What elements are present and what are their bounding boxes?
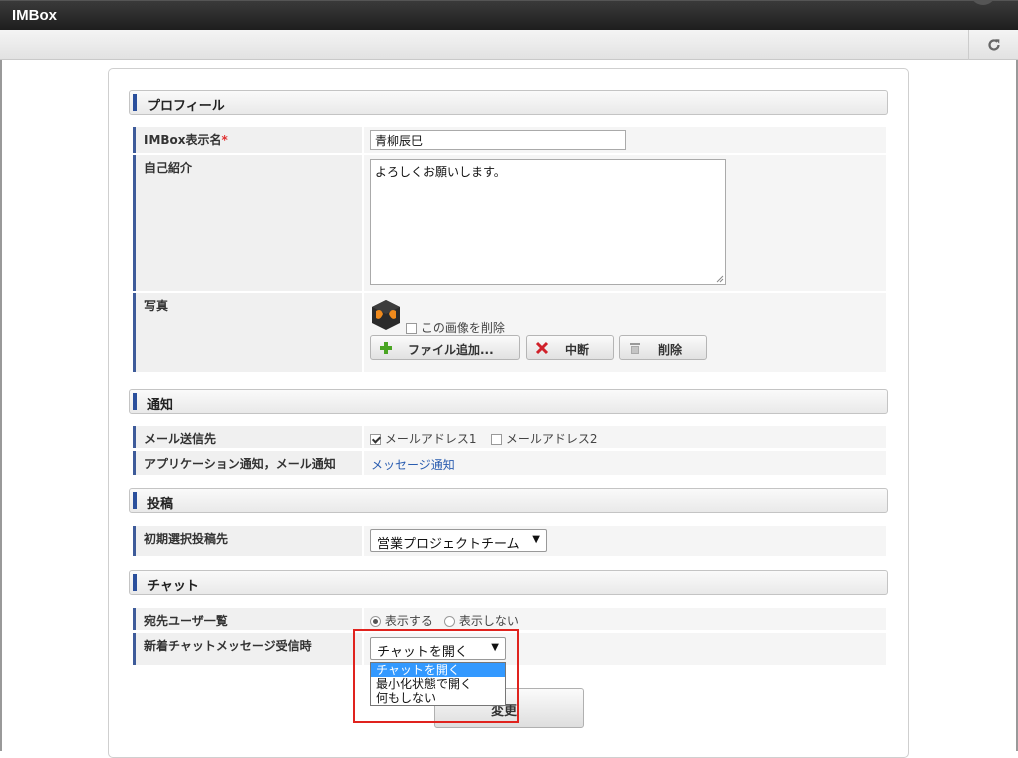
recipient-user-list-label: 宛先ユーザ一覧 <box>133 608 362 630</box>
mail-address-2-checkbox[interactable] <box>491 434 502 445</box>
plus-icon <box>380 342 392 354</box>
close-icon <box>535 341 549 355</box>
section-title-profile: プロフィール <box>147 99 225 114</box>
mail-destination-label: メール送信先 <box>133 426 362 448</box>
row-recipient-user-list: 宛先ユーザ一覧 表示する 表示しない <box>133 608 886 630</box>
refresh-icon <box>987 39 1000 51</box>
app-title: IMBox <box>12 7 57 24</box>
row-default-post-target: 初期選択投稿先 営業プロジェクトチーム ▼ <box>133 526 886 556</box>
mail-address-1-option[interactable]: メールアドレス1 <box>370 430 476 447</box>
refresh-button[interactable] <box>968 30 1018 60</box>
section-header-notification: 通知 <box>129 389 888 414</box>
delete-file-button[interactable]: 削除 <box>619 335 707 360</box>
add-file-button[interactable]: ファイル追加... <box>370 335 520 360</box>
row-app-mail-notification: アプリケーション通知，メール通知 メッセージ通知 <box>133 451 886 475</box>
display-name-label: IMBox表示名* <box>133 127 362 153</box>
required-mark: * <box>221 133 228 147</box>
section-title-post: 投稿 <box>147 497 174 512</box>
message-notification-link[interactable]: メッセージ通知 <box>371 456 455 473</box>
show-radio[interactable] <box>370 616 381 627</box>
toolbar <box>0 30 1018 60</box>
title-bar: IMBox <box>0 0 1018 30</box>
delete-image-checkbox[interactable] <box>406 323 417 334</box>
photo-label: 写真 <box>133 293 362 372</box>
mail-address-2-option[interactable]: メールアドレス2 <box>491 430 597 447</box>
delete-image-option[interactable]: この画像を削除 <box>406 319 505 336</box>
avatar-image <box>372 300 400 330</box>
hide-option[interactable]: 表示しない <box>444 612 519 629</box>
app-mail-notification-label: アプリケーション通知，メール通知 <box>133 451 362 475</box>
section-title-notification: 通知 <box>147 398 174 413</box>
default-post-target-label: 初期選択投稿先 <box>133 526 362 556</box>
section-title-chat: チャット <box>147 579 199 594</box>
show-option[interactable]: 表示する <box>370 612 433 629</box>
row-self-intro: 自己紹介 よろしくお願いします。 <box>133 155 886 291</box>
resize-grip-icon[interactable] <box>716 275 724 283</box>
row-display-name: IMBox表示名* <box>133 127 886 153</box>
row-mail-destination: メール送信先 メールアドレス1 メールアドレス2 <box>133 426 886 448</box>
mail-address-1-checkbox[interactable] <box>370 434 381 445</box>
section-header-chat: チャット <box>129 570 888 595</box>
new-chat-message-label: 新着チャットメッセージ受信時 <box>133 633 362 665</box>
cancel-upload-button[interactable]: 中断 <box>526 335 614 360</box>
trash-icon <box>630 343 640 354</box>
section-header-post: 投稿 <box>129 488 888 513</box>
row-photo: 写真 この画像を削除 ファイル追加... 中断 削除 <box>133 293 886 372</box>
section-header-profile: プロフィール <box>129 90 888 115</box>
display-name-input[interactable] <box>370 130 626 150</box>
default-post-target-select[interactable]: 営業プロジェクトチーム ▼ <box>370 529 547 552</box>
self-intro-textarea[interactable]: よろしくお願いします。 <box>370 159 726 285</box>
self-intro-label: 自己紹介 <box>133 155 362 291</box>
window-control[interactable] <box>970 0 996 5</box>
hide-radio[interactable] <box>444 616 455 627</box>
dropdown-arrow-icon: ▼ <box>532 534 540 545</box>
annotation-highlight-box <box>353 629 519 723</box>
window-border-left <box>0 60 2 751</box>
